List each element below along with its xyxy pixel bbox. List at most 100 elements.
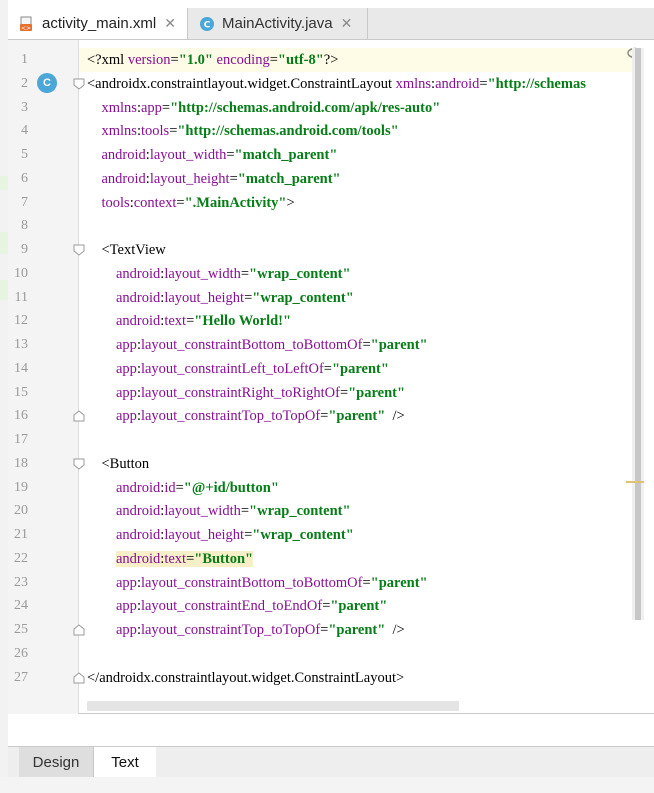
code-text: <androidx.constraintlayout.widget.Constr… [87,72,586,96]
code-token: <? [87,52,102,68]
code-line[interactable]: 14 app:layout_constraintLeft_toLeftOf="p… [8,357,632,381]
code-token: "parent" [370,337,428,353]
code-token: xmlns [87,99,137,116]
code-token: id [164,479,176,496]
code-text: android:layout_height="wrap_content" [87,523,354,547]
horizontal-scrollbar[interactable] [87,701,459,711]
code-token: layout_constraintLeft_toLeftOf [140,360,324,377]
fold-open-icon[interactable] [73,244,85,256]
code-token: xmlns [87,123,137,140]
code-line[interactable]: 11 android:layout_height="wrap_content" [8,286,632,310]
tab-main-activity-java[interactable]: C MainActivity.java ✕ [188,8,368,39]
code-token: android [87,503,161,520]
line-number: 3 [21,99,28,115]
code-token: ".MainActivity" [184,194,287,211]
fold-open-icon[interactable] [73,458,85,470]
code-text: android:layout_width="match_parent" [87,143,338,167]
code-line[interactable]: 24 app:layout_constraintEnd_toEndOf="par… [8,594,632,618]
fold-open-icon[interactable] [73,78,85,90]
code-line[interactable]: 21 android:layout_height="wrap_content" [8,523,632,547]
code-line[interactable]: 18 <Button [8,452,632,476]
code-token: = [269,52,278,68]
code-token: "http://schemas [487,75,586,92]
close-icon[interactable]: ✕ [164,15,176,32]
code-token: /> [385,622,405,638]
code-token: "1.0" [178,52,213,68]
code-token: "@+id/button" [183,479,279,496]
code-line[interactable]: 12 android:text="Hello World!" [8,309,632,333]
scrollbar-thumb[interactable] [635,48,641,620]
tab-design[interactable]: Design [19,747,94,777]
code-token: app [87,598,137,615]
code-token: layout_height [164,289,245,306]
code-token: "match_parent" [237,170,341,187]
code-token: android [116,550,161,567]
code-line[interactable]: 7 tools:context=".MainActivity"> [8,191,632,215]
class-gutter-icon[interactable]: C [37,73,57,93]
code-line[interactable]: 10 android:layout_width="wrap_content" [8,262,632,286]
code-line[interactable]: 16 app:layout_constraintTop_toTopOf="par… [8,404,632,428]
code-token: "parent" [348,384,406,401]
tab-label: activity_main.xml [42,15,157,32]
code-line[interactable]: 22 android:text="Button" [8,547,632,571]
code-line[interactable]: 3 xmlns:app="http://schemas.android.com/… [8,96,632,120]
code-line[interactable]: 25 app:layout_constraintTop_toTopOf="par… [8,618,632,642]
fold-close-icon[interactable] [73,410,85,422]
code-token: = [229,170,238,187]
line-number: 5 [21,147,28,162]
svg-text:C: C [204,20,211,30]
line-number: 13 [14,337,28,352]
code-token: android [87,527,161,543]
code-line[interactable]: 19 android:id="@+id/button" [8,476,632,500]
line-number: 12 [14,313,28,329]
code-token: "utf-8" [277,52,324,68]
code-line[interactable]: 26 [8,642,632,666]
code-token: tools [140,123,170,140]
code-token: = [479,75,488,92]
code-token: tools [87,194,130,211]
code-text: </androidx.constraintlayout.widget.Const… [87,666,404,690]
code-token: android [87,170,146,187]
code-token: android [87,147,146,163]
code-token: "wrap_content" [252,289,354,306]
tab-text[interactable]: Text [94,747,156,777]
code-editor[interactable]: 1 <?xml version="1.0" encoding="utf-8"?> 2… [8,40,654,714]
code-token: android [87,313,161,330]
code-token: </androidx.constraintlayout.widget.Const… [87,669,405,686]
scrollbar-marker [626,481,644,483]
code-line[interactable]: 9 <TextView [8,238,632,262]
code-line[interactable]: 8 [8,214,632,238]
code-text: xmlns:app="http://schemas.android.com/ap… [87,96,441,120]
close-icon[interactable]: ✕ [341,15,353,32]
code-text: <Button [87,452,150,476]
code-line[interactable]: 1 <?xml version="1.0" encoding="utf-8"?> [8,48,632,72]
code-token: "http://schemas.android.com/tools" [177,123,399,140]
code-token: "parent" [330,598,388,615]
code-token: > [286,194,295,211]
code-line[interactable]: 27 </androidx.constraintlayout.widget.Con… [8,666,632,690]
code-line[interactable]: 17 [8,428,632,452]
code-token: text [164,313,187,330]
line-number: 17 [14,432,28,447]
code-line[interactable]: 23 app:layout_constraintBottom_toBottomO… [8,571,632,595]
code-line[interactable]: 2 <androidx.constraintlayout.widget.Const… [8,72,632,96]
code-line[interactable]: 13 app:layout_constraintBottom_toBottomO… [8,333,632,357]
fold-close-icon[interactable] [73,671,85,684]
code-line[interactable]: 5 android:layout_width="match_parent" [8,143,632,167]
tab-label: MainActivity.java [222,15,333,32]
code-line[interactable]: 4 xmlns:tools="http://schemas.android.co… [8,119,632,143]
designer-mode-tabs: Design Text [8,746,654,777]
code-token: "match_parent" [234,147,338,163]
code-line[interactable]: 20 android:layout_width="wrap_content" [8,499,632,523]
status-strip [0,777,654,793]
code-line[interactable]: 15 app:layout_constraintRight_toRightOf=… [8,381,632,405]
vertical-scrollbar[interactable] [632,48,644,620]
code-line[interactable]: 6 android:layout_height="match_parent" [8,167,632,191]
tab-activity-main-xml[interactable]: <> activity_main.xml ✕ [8,8,188,39]
change-marker [0,176,8,190]
code-token: "parent" [331,360,389,377]
code-token: app [87,622,137,638]
change-marker [0,280,8,300]
fold-close-icon[interactable] [73,624,85,636]
